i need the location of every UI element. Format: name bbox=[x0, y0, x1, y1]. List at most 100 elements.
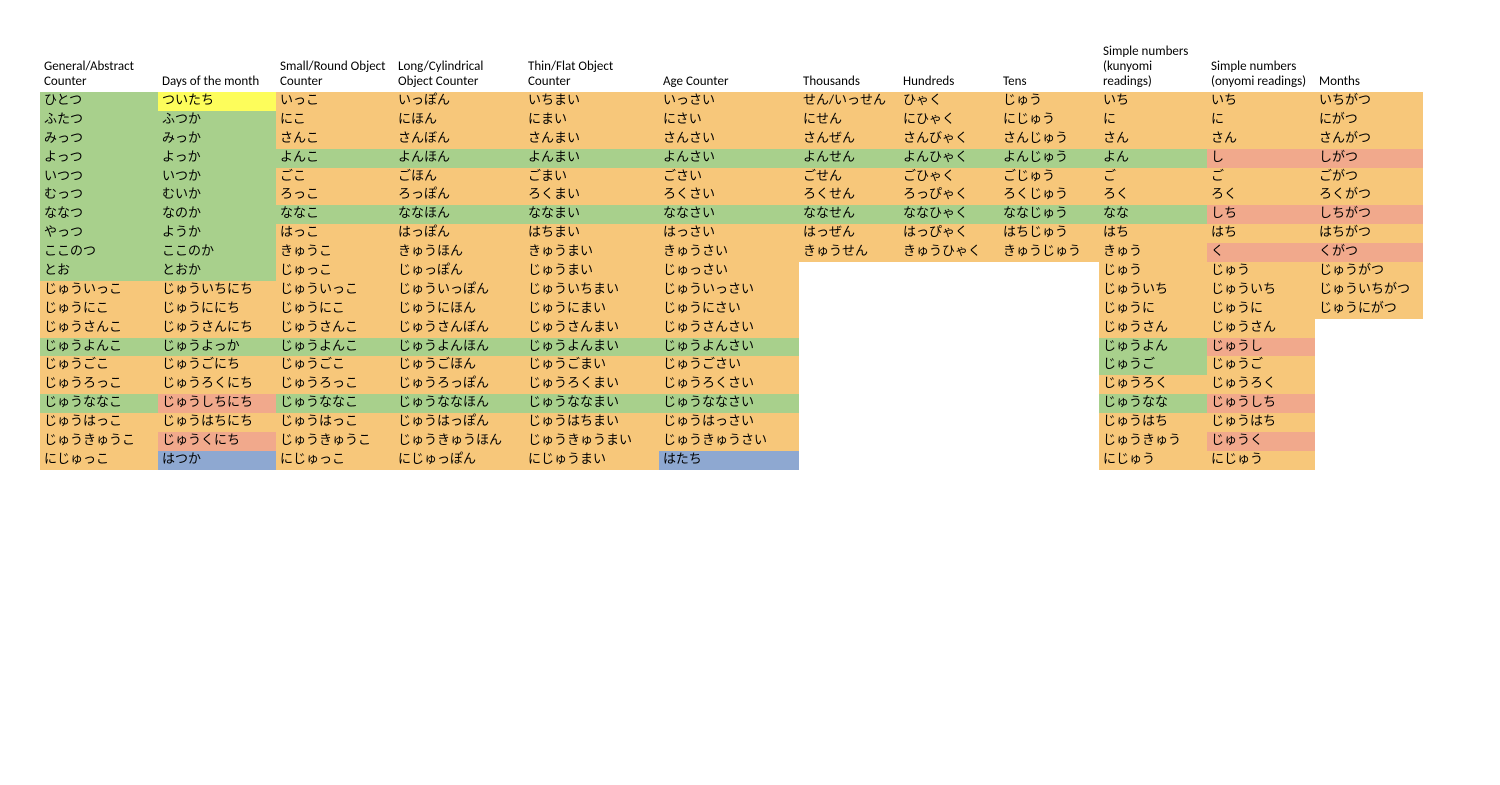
cell-r17-c0: じゅうはっこ bbox=[40, 413, 158, 432]
cell-r16-c5: じゅうななさい bbox=[659, 394, 799, 413]
cell-r3-c8: よんじゅう bbox=[999, 149, 1099, 168]
cell-r11-c9: じゅうに bbox=[1099, 300, 1207, 319]
cell-r2-c2: さんこ bbox=[276, 130, 394, 149]
cell-r7-c7: はっぴゃく bbox=[899, 224, 999, 243]
cell-r2-c3: さんぼん bbox=[394, 130, 524, 149]
cell-r16-c8 bbox=[999, 394, 1099, 413]
cell-r12-c7 bbox=[899, 319, 999, 338]
col-header-4: Thin/Flat Object Counter bbox=[524, 40, 659, 92]
cell-r19-c11 bbox=[1315, 451, 1423, 470]
cell-r4-c11: ごがつ bbox=[1315, 168, 1423, 187]
col-header-5: Age Counter bbox=[659, 40, 799, 92]
cell-r13-c4: じゅうよんまい bbox=[524, 338, 659, 357]
cell-r19-c8 bbox=[999, 451, 1099, 470]
cell-r19-c0: にじゅっこ bbox=[40, 451, 158, 470]
cell-r12-c3: じゅうさんぼん bbox=[394, 319, 524, 338]
cell-r12-c6 bbox=[799, 319, 899, 338]
cell-r6-c9: なな bbox=[1099, 205, 1207, 224]
cell-r6-c6: ななせん bbox=[799, 205, 899, 224]
cell-r16-c0: じゅうななこ bbox=[40, 394, 158, 413]
cell-r8-c9: きゅう bbox=[1099, 243, 1207, 262]
cell-r10-c0: じゅういっこ bbox=[40, 281, 158, 300]
cell-r14-c9: じゅうご bbox=[1099, 356, 1207, 375]
cell-r3-c4: よんまい bbox=[524, 149, 659, 168]
cell-r8-c2: きゅうこ bbox=[276, 243, 394, 262]
cell-r18-c1: じゅうくにち bbox=[158, 432, 276, 451]
cell-r16-c10: じゅうしち bbox=[1207, 394, 1315, 413]
cell-r2-c10: さん bbox=[1207, 130, 1315, 149]
cell-r8-c5: きゅうさい bbox=[659, 243, 799, 262]
cell-r3-c6: よんせん bbox=[799, 149, 899, 168]
cell-r17-c7 bbox=[899, 413, 999, 432]
cell-r15-c2: じゅうろっこ bbox=[276, 375, 394, 394]
cell-r19-c5: はたち bbox=[659, 451, 799, 470]
cell-r11-c5: じゅうにさい bbox=[659, 300, 799, 319]
cell-r12-c5: じゅうさんさい bbox=[659, 319, 799, 338]
cell-r6-c11: しちがつ bbox=[1315, 205, 1423, 224]
cell-r0-c3: いっぽん bbox=[394, 92, 524, 111]
cell-r19-c9: にじゅう bbox=[1099, 451, 1207, 470]
cell-r15-c3: じゅうろっぽん bbox=[394, 375, 524, 394]
cell-r18-c8 bbox=[999, 432, 1099, 451]
cell-r18-c11 bbox=[1315, 432, 1423, 451]
cell-r16-c11 bbox=[1315, 394, 1423, 413]
cell-r6-c5: ななさい bbox=[659, 205, 799, 224]
cell-r1-c3: にほん bbox=[394, 111, 524, 130]
cell-r8-c3: きゅうほん bbox=[394, 243, 524, 262]
cell-r16-c1: じゅうしちにち bbox=[158, 394, 276, 413]
cell-r10-c6 bbox=[799, 281, 899, 300]
cell-r5-c10: ろく bbox=[1207, 186, 1315, 205]
cell-r13-c11 bbox=[1315, 338, 1423, 357]
cell-r13-c3: じゅうよんほん bbox=[394, 338, 524, 357]
cell-r13-c9: じゅうよん bbox=[1099, 338, 1207, 357]
cell-r18-c5: じゅうきゅうさい bbox=[659, 432, 799, 451]
cell-r17-c11 bbox=[1315, 413, 1423, 432]
cell-r16-c4: じゅうななまい bbox=[524, 394, 659, 413]
cell-r12-c9: じゅうさん bbox=[1099, 319, 1207, 338]
cell-r5-c0: むっつ bbox=[40, 186, 158, 205]
cell-r1-c1: ふつか bbox=[158, 111, 276, 130]
cell-r3-c1: よっか bbox=[158, 149, 276, 168]
cell-r4-c0: いつつ bbox=[40, 168, 158, 187]
cell-r6-c7: ななひゃく bbox=[899, 205, 999, 224]
cell-r7-c3: はっぽん bbox=[394, 224, 524, 243]
cell-r19-c4: にじゅうまい bbox=[524, 451, 659, 470]
cell-r2-c5: さんさい bbox=[659, 130, 799, 149]
cell-r7-c8: はちじゅう bbox=[999, 224, 1099, 243]
cell-r2-c4: さんまい bbox=[524, 130, 659, 149]
cell-r6-c10: しち bbox=[1207, 205, 1315, 224]
cell-r9-c11: じゅうがつ bbox=[1315, 262, 1423, 281]
cell-r5-c3: ろっぽん bbox=[394, 186, 524, 205]
cell-r18-c7 bbox=[899, 432, 999, 451]
cell-r4-c7: ごひゃく bbox=[899, 168, 999, 187]
cell-r4-c4: ごまい bbox=[524, 168, 659, 187]
cell-r10-c4: じゅういちまい bbox=[524, 281, 659, 300]
cell-r9-c9: じゅう bbox=[1099, 262, 1207, 281]
cell-r5-c4: ろくまい bbox=[524, 186, 659, 205]
cell-r0-c7: ひゃく bbox=[899, 92, 999, 111]
cell-r15-c10: じゅうろく bbox=[1207, 375, 1315, 394]
cell-r14-c6 bbox=[799, 356, 899, 375]
cell-r14-c1: じゅうごにち bbox=[158, 356, 276, 375]
cell-r11-c11: じゅうにがつ bbox=[1315, 300, 1423, 319]
cell-r5-c1: むいか bbox=[158, 186, 276, 205]
cell-r12-c0: じゅうさんこ bbox=[40, 319, 158, 338]
cell-r5-c8: ろくじゅう bbox=[999, 186, 1099, 205]
cell-r13-c2: じゅうよんこ bbox=[276, 338, 394, 357]
cell-r14-c11 bbox=[1315, 356, 1423, 375]
cell-r9-c5: じゅっさい bbox=[659, 262, 799, 281]
col-header-11: Months bbox=[1315, 40, 1423, 92]
cell-r12-c8 bbox=[999, 319, 1099, 338]
cell-r14-c10: じゅうご bbox=[1207, 356, 1315, 375]
cell-r7-c1: ようか bbox=[158, 224, 276, 243]
cell-r9-c2: じゅっこ bbox=[276, 262, 394, 281]
cell-r11-c6 bbox=[799, 300, 899, 319]
cell-r18-c0: じゅうきゅうこ bbox=[40, 432, 158, 451]
cell-r1-c0: ふたつ bbox=[40, 111, 158, 130]
cell-r11-c2: じゅうにこ bbox=[276, 300, 394, 319]
cell-r15-c5: じゅうろくさい bbox=[659, 375, 799, 394]
cell-r1-c9: に bbox=[1099, 111, 1207, 130]
cell-r5-c7: ろっぴゃく bbox=[899, 186, 999, 205]
cell-r5-c9: ろく bbox=[1099, 186, 1207, 205]
cell-r4-c10: ご bbox=[1207, 168, 1315, 187]
